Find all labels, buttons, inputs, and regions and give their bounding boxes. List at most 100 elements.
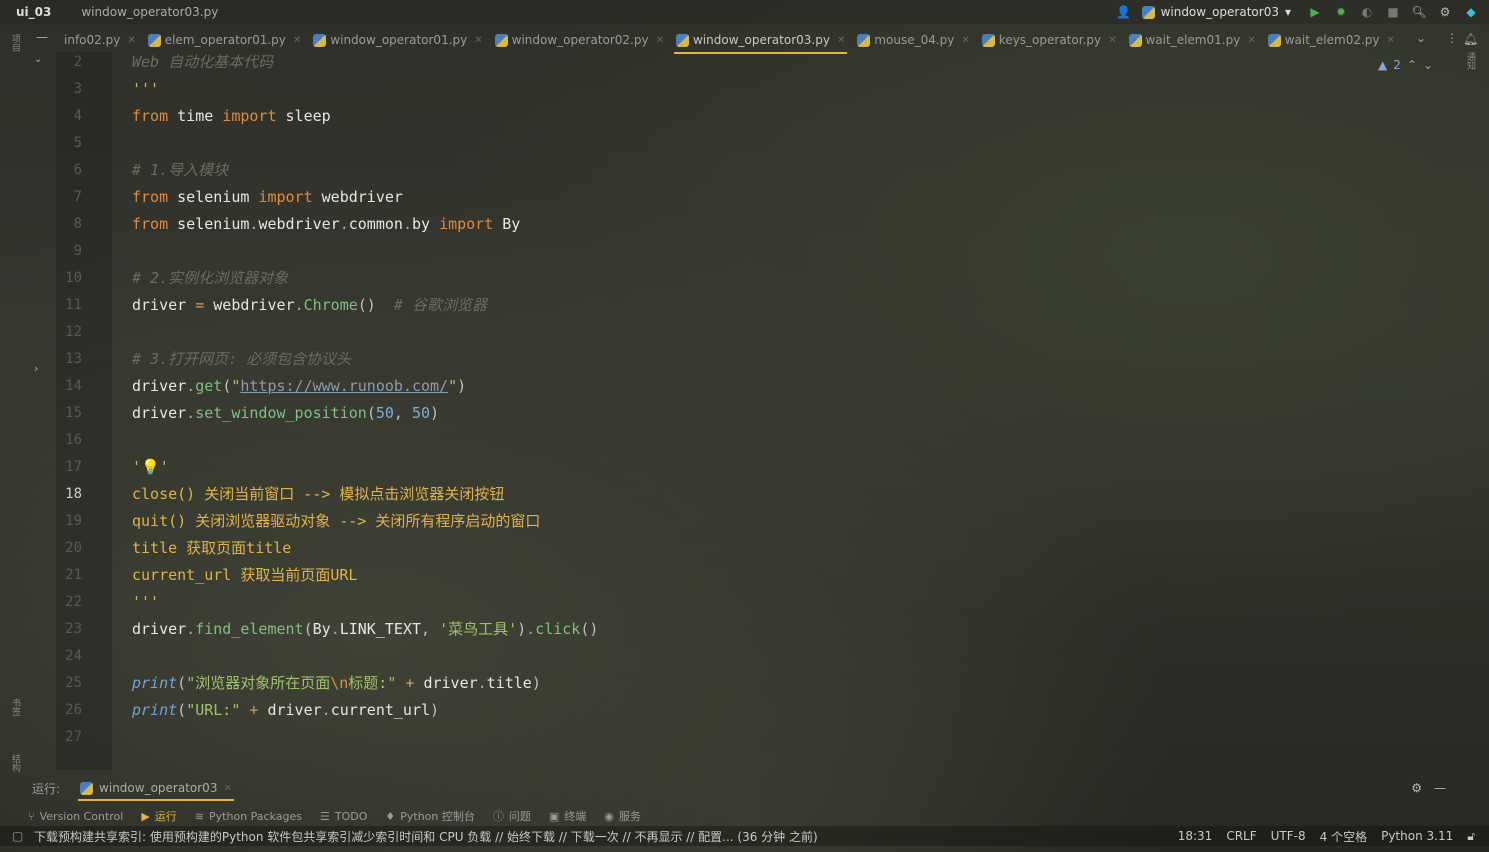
close-icon[interactable]: ✕: [1108, 35, 1116, 46]
gear-icon[interactable]: ⚙: [1437, 4, 1453, 20]
notifications-icon[interactable]: 🔔︎: [1463, 32, 1478, 46]
tool-python-packages[interactable]: ≋ Python Packages: [195, 810, 302, 823]
code-line[interactable]: driver. get(" https://www.runoob.com/"): [132, 372, 466, 399]
editor-tab[interactable]: keys_operator.py ✕: [976, 28, 1123, 52]
code-line[interactable]: Web 自动化基本代码: [132, 48, 273, 75]
tool-version-control[interactable]: ⑂ Version Control: [28, 810, 123, 823]
expand-arrow-icon[interactable]: ›: [34, 362, 38, 375]
code-line[interactable]: from selenium. webdriver. common. by import…: [132, 210, 520, 237]
project-panel-collapsed: — ⌄ ›: [28, 28, 56, 798]
left-tool-strip: 项目 书签 结构: [5, 28, 27, 798]
editor-tab[interactable]: mouse_04.py ✕: [851, 28, 975, 52]
structure-tool-label[interactable]: 结构: [9, 754, 22, 772]
inspection-widget[interactable]: ▲ 2 ⌃ ⌄: [1378, 58, 1433, 72]
code-line[interactable]: ''': [132, 588, 159, 615]
code-token: import: [439, 214, 494, 233]
tool-terminal[interactable]: ▣ 终端: [549, 808, 586, 824]
code-line[interactable]: quit() 关闭浏览器驱动对象 --> 关闭所有程序启动的窗口: [132, 507, 540, 534]
code-token: set_window_position: [195, 403, 367, 422]
code-token: 50: [375, 403, 394, 422]
code-token: from: [132, 214, 169, 233]
code-token: webdriver: [204, 295, 295, 314]
code-line[interactable]: title 获取页面title: [132, 534, 291, 561]
editor-tab[interactable]: window_operator01.py ✕: [307, 28, 488, 52]
lock-icon[interactable]: 🔓︎: [1467, 829, 1475, 844]
code-line[interactable]: current_url 获取当前页面URL: [132, 561, 357, 588]
code-token: import: [258, 187, 313, 206]
chevron-down-icon: ▾: [1284, 5, 1291, 19]
minimize-icon[interactable]: —: [1434, 781, 1446, 795]
line-number: 2: [73, 53, 82, 70]
code-line[interactable]: # 3.打开网页: 必须包含协议头: [132, 345, 351, 372]
close-icon[interactable]: ✕: [837, 35, 845, 46]
close-icon[interactable]: ✕: [656, 35, 664, 46]
file-encoding[interactable]: UTF-8: [1271, 829, 1306, 843]
info-icon: ⓘ: [492, 810, 504, 823]
tabs-more-icon[interactable]: ⌄: [1416, 31, 1426, 45]
close-icon[interactable]: ✕: [1387, 35, 1395, 46]
chevron-down-icon[interactable]: ⌄: [34, 54, 42, 65]
line-number: 4: [73, 107, 82, 124]
code-line[interactable]: '💡': [132, 453, 169, 480]
close-icon[interactable]: ✕: [961, 35, 969, 46]
notifications-label[interactable]: 通知: [1464, 52, 1477, 70]
tool-services[interactable]: ◉ 服务: [604, 808, 641, 824]
code-editor[interactable]: Web 自动化基本代码 ''' from time import sleep # 1.…: [112, 52, 1452, 770]
chevron-down-icon[interactable]: ⌄: [1423, 58, 1433, 72]
python-interpreter[interactable]: Python 3.11: [1381, 829, 1453, 843]
editor-tab[interactable]: window_operator03.py ✕: [670, 28, 851, 54]
code-line[interactable]: from time import sleep: [132, 102, 331, 129]
project-tool-label[interactable]: 项目: [9, 34, 22, 52]
stop-icon[interactable]: ■: [1385, 4, 1401, 20]
panel-toggle-icon[interactable]: ▢: [12, 829, 23, 843]
code-line[interactable]: # 2.实例化浏览器对象: [132, 264, 288, 291]
line-number: 7: [73, 188, 82, 205]
code-line[interactable]: driver. find_element(By. LINK_TEXT, '菜鸟工具'…: [132, 615, 598, 642]
bookmarks-tool-label[interactable]: 书签: [9, 698, 22, 716]
run-config-selector[interactable]: window_operator03 ▾: [1141, 5, 1291, 19]
chevron-up-icon[interactable]: ⌃: [1407, 58, 1417, 72]
coverage-icon[interactable]: ◐: [1359, 4, 1375, 20]
code-token: driver: [132, 403, 187, 422]
code-line[interactable]: driver. set_window_position(50, 50): [132, 399, 439, 426]
code-line[interactable]: driver = webdriver. Chrome() # 谷歌浏览器: [132, 291, 487, 318]
tool-run[interactable]: ▶ 运行: [141, 808, 176, 824]
ide-logo-icon[interactable]: ◆: [1463, 4, 1479, 20]
editor-tab[interactable]: wait_elem02.py ✕: [1262, 28, 1401, 52]
code-token: "浏览器对象所在页面: [186, 674, 331, 692]
run-tab[interactable]: window_operator03 ✕: [74, 776, 238, 801]
project-name[interactable]: ui_03: [16, 5, 51, 19]
code-line[interactable]: print("浏览器对象所在页面 \n 标题:" + driver. title): [132, 669, 541, 696]
status-message[interactable]: 下载预构建共享索引: 使用预构建的Python 软件包共享索引减少索引时间和 C…: [34, 828, 818, 845]
minimize-icon[interactable]: —: [36, 30, 48, 44]
user-icon[interactable]: 👤: [1116, 4, 1132, 20]
code-line[interactable]: from selenium import webdriver: [132, 183, 403, 210]
editor-tab[interactable]: wait_elem01.py ✕: [1123, 28, 1262, 52]
python-icon: ♦: [385, 809, 396, 823]
code-token: (: [303, 619, 313, 638]
code-line[interactable]: ''': [132, 75, 159, 102]
close-icon[interactable]: ✕: [474, 35, 482, 46]
run-icon[interactable]: ▶: [1307, 4, 1323, 20]
search-icon[interactable]: 🔍︎: [1411, 4, 1427, 20]
close-icon[interactable]: ✕: [293, 35, 301, 46]
tool-label: 服务: [618, 810, 641, 823]
editor-tab[interactable]: window_operator02.py ✕: [489, 28, 670, 52]
tool-python-console[interactable]: ♦ Python 控制台: [385, 808, 475, 824]
indent-setting[interactable]: 4 个空格: [1320, 828, 1367, 845]
tool-problems[interactable]: ⓘ 问题: [493, 808, 531, 824]
close-icon[interactable]: ✕: [127, 35, 135, 46]
more-options-icon[interactable]: ⋮: [1446, 31, 1458, 45]
code-line[interactable]: close() 关闭当前窗口 --> 模拟点击浏览器关闭按钮: [132, 480, 504, 507]
cursor-position[interactable]: 18:31: [1178, 829, 1213, 843]
line-number: 25: [65, 674, 82, 691]
close-icon[interactable]: ✕: [223, 783, 231, 794]
code-token: common: [348, 214, 403, 233]
code-line[interactable]: print("URL:" + driver. current_url): [132, 696, 439, 723]
close-icon[interactable]: ✕: [1247, 35, 1255, 46]
gear-icon[interactable]: ⚙: [1411, 781, 1422, 795]
debug-icon[interactable]: ✹: [1333, 4, 1349, 20]
line-separator[interactable]: CRLF: [1226, 829, 1256, 843]
code-line[interactable]: # 1.导入模块: [132, 156, 228, 183]
tool-todo[interactable]: ☰ TODO: [320, 810, 367, 823]
